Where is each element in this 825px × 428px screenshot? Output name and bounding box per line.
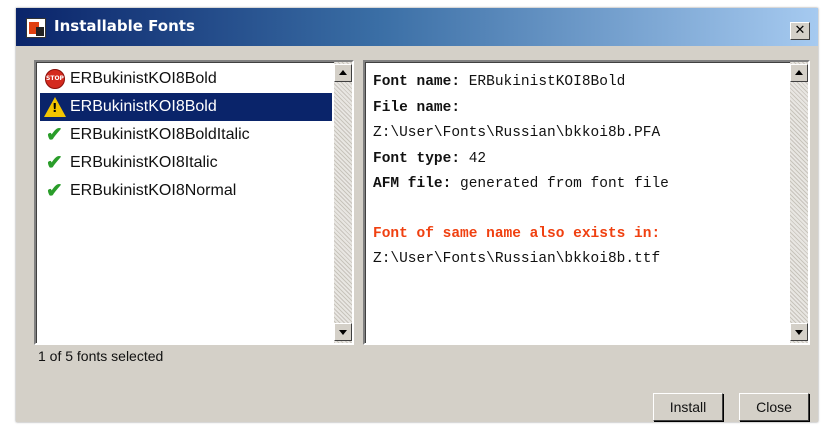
- file-name-label: File name:: [373, 99, 461, 116]
- warning-icon: !: [44, 97, 66, 117]
- font-list: STOP ERBukinistKOI8Bold ! ERBukinistKOI8…: [40, 65, 332, 205]
- afm-label: AFM file:: [373, 176, 452, 192]
- scroll-up-button[interactable]: [790, 64, 808, 82]
- arrow-up-icon: [339, 70, 347, 75]
- file-path: Z:\User\Fonts\Russian\bkkoi8b.PFA: [373, 125, 661, 141]
- font-name-row: Font name: ERBukinistKOI8Bold: [373, 70, 783, 96]
- font-list-item-selected[interactable]: ! ERBukinistKOI8Bold: [40, 93, 332, 121]
- installable-fonts-dialog: Installable Fonts ✕ STOP ERBukinistKOI8B…: [16, 8, 818, 422]
- font-list-item[interactable]: STOP ERBukinistKOI8Bold: [40, 65, 332, 93]
- check-icon: ✔: [46, 152, 63, 174]
- arrow-up-icon: [795, 70, 803, 75]
- close-icon: ✕: [794, 23, 806, 38]
- selection-status: 1 of 5 fonts selected: [38, 348, 164, 364]
- font-type-value: 42: [468, 150, 487, 167]
- font-list-panel: STOP ERBukinistKOI8Bold ! ERBukinistKOI8…: [34, 60, 354, 345]
- font-item-label: ERBukinistKOI8BoldItalic: [70, 126, 250, 143]
- font-list-item[interactable]: ✔ ERBukinistKOI8Normal: [40, 177, 332, 205]
- afm-value: generated from font file: [460, 176, 669, 192]
- install-button[interactable]: Install: [653, 393, 723, 421]
- duplicate-path: Z:\User\Fonts\Russian\bkkoi8b.ttf: [373, 251, 661, 267]
- arrow-down-icon: [795, 330, 803, 335]
- check-icon: ✔: [46, 124, 63, 146]
- arrow-down-icon: [339, 330, 347, 335]
- app-icon: [26, 18, 46, 38]
- file-name-row: File name:: [373, 96, 783, 122]
- title-bar[interactable]: Installable Fonts ✕: [16, 8, 818, 46]
- font-type-label: Font type:: [373, 150, 461, 167]
- check-icon: ✔: [46, 180, 63, 202]
- close-button[interactable]: Close: [739, 393, 809, 421]
- scroll-down-button[interactable]: [334, 323, 352, 341]
- font-item-label: ERBukinistKOI8Bold: [70, 70, 217, 87]
- window-title: Installable Fonts: [54, 17, 195, 35]
- font-item-label: ERBukinistKOI8Italic: [70, 154, 218, 171]
- scroll-down-button[interactable]: [790, 323, 808, 341]
- font-list-item[interactable]: ✔ ERBukinistKOI8BoldItalic: [40, 121, 332, 149]
- scroll-up-button[interactable]: [334, 64, 352, 82]
- font-list-scrollbar[interactable]: [334, 62, 352, 343]
- font-list-item[interactable]: ✔ ERBukinistKOI8Italic: [40, 149, 332, 177]
- font-item-label: ERBukinistKOI8Normal: [70, 182, 237, 199]
- font-item-label: ERBukinistKOI8Bold: [70, 98, 217, 115]
- font-name-label: Font name:: [373, 74, 461, 90]
- font-details-panel: Font name: ERBukinistKOI8Bold File name:…: [363, 60, 810, 345]
- afm-row: AFM file: generated from font file: [373, 172, 783, 198]
- duplicate-warning: Font of same name also exists in:: [373, 225, 661, 242]
- font-type-row: Font type: 42: [373, 147, 783, 173]
- stop-icon: STOP: [44, 69, 66, 89]
- font-name-value: ERBukinistKOI8Bold: [468, 74, 626, 90]
- font-details: Font name: ERBukinistKOI8Bold File name:…: [373, 70, 783, 273]
- close-window-button[interactable]: ✕: [790, 22, 810, 40]
- details-scrollbar[interactable]: [790, 62, 808, 343]
